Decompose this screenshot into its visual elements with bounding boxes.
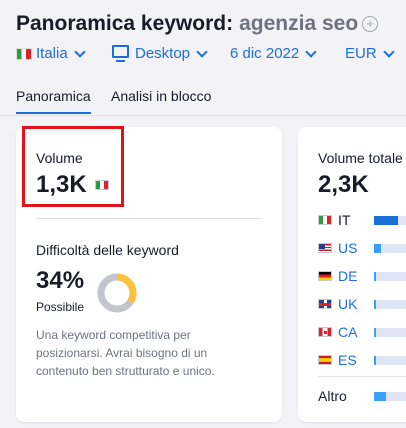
difficulty-label: Difficoltà delle keyword <box>36 242 179 258</box>
page-title-label: Panoramica keyword: <box>16 12 234 35</box>
country-bar-uk <box>374 300 406 309</box>
keyword-name: agenzia seo <box>239 12 359 35</box>
global-volume-value: 2,3K <box>318 171 369 198</box>
difficulty-level: Possibile <box>36 300 85 314</box>
country-bar-it <box>374 216 406 225</box>
country-code[interactable]: DE <box>338 268 368 284</box>
other-label: Altro <box>318 388 347 404</box>
country-code[interactable]: US <box>338 240 368 256</box>
germany-flag-icon <box>318 271 332 281</box>
page-title: Panoramica keyword: agenzia seo + <box>16 12 379 36</box>
italy-flag-icon <box>318 215 332 225</box>
difficulty-donut <box>97 273 137 313</box>
country-bar-fill <box>374 356 376 365</box>
country-code[interactable]: UK <box>338 296 368 312</box>
country-bar-fill <box>374 328 376 337</box>
country-bar-fill <box>374 244 382 253</box>
device-label: Desktop <box>135 45 191 62</box>
difficulty-value: 34% <box>36 267 85 294</box>
currency-selector[interactable]: EUR <box>345 45 395 62</box>
volume-value: 1,3K <box>36 171 87 198</box>
country-bar-ca <box>374 328 406 337</box>
global-volume-label: Volume totale <box>318 150 403 166</box>
country-bar-es <box>374 356 406 365</box>
italy-flag-icon <box>16 47 32 60</box>
currency-label: EUR <box>345 45 377 62</box>
plus-circle-icon[interactable]: + <box>362 16 379 32</box>
country-label: Italia <box>36 45 68 62</box>
chevron-down-icon <box>305 45 317 58</box>
desktop-icon <box>112 45 129 62</box>
country-row-it[interactable]: IT <box>318 212 368 228</box>
country-row-us[interactable]: US <box>318 240 368 256</box>
tab-divider <box>0 115 406 116</box>
date-selector[interactable]: 6 dic 2022 <box>230 45 317 62</box>
tab-panoramica[interactable]: Panoramica <box>16 88 91 114</box>
card-divider <box>36 218 262 219</box>
country-list-divider <box>318 376 406 377</box>
country-code[interactable]: ES <box>338 352 368 368</box>
device-selector[interactable]: Desktop <box>112 45 208 62</box>
usa-flag-icon <box>318 243 332 253</box>
spain-flag-icon <box>318 355 332 365</box>
country-bar-de <box>374 272 406 281</box>
date-label: 6 dic 2022 <box>230 45 300 62</box>
chevron-down-icon <box>196 45 208 58</box>
country-bar-fill <box>374 272 376 281</box>
country-bar-fill <box>374 392 386 401</box>
country-row-other: Altro <box>318 388 348 404</box>
volume-value-row: 1,3K <box>36 171 109 199</box>
italy-flag-icon <box>94 180 109 190</box>
country-bar-other <box>374 392 406 401</box>
country-bar-fill <box>374 216 398 225</box>
uk-flag-icon <box>318 299 332 309</box>
volume-label: Volume <box>36 150 83 166</box>
country-bar-fill <box>374 300 376 309</box>
country-row-de[interactable]: DE <box>318 268 368 284</box>
canada-flag-icon <box>318 327 332 337</box>
country-row-uk[interactable]: UK <box>318 296 368 312</box>
country-row-ca[interactable]: CA <box>318 324 368 340</box>
tab-analisi-in-blocco[interactable]: Analisi in blocco <box>111 88 211 104</box>
country-row-es[interactable]: ES <box>318 352 368 368</box>
difficulty-description: Una keyword competitiva per posizionarsi… <box>36 328 215 378</box>
chevron-down-icon <box>74 45 86 58</box>
chevron-down-icon <box>383 45 395 58</box>
country-selector[interactable]: Italia <box>16 45 86 62</box>
page-header: Panoramica keyword: agenzia seo + Italia D… <box>0 0 406 117</box>
country-bar-us <box>374 244 406 253</box>
country-code: IT <box>338 212 351 228</box>
country-code[interactable]: CA <box>338 324 368 340</box>
